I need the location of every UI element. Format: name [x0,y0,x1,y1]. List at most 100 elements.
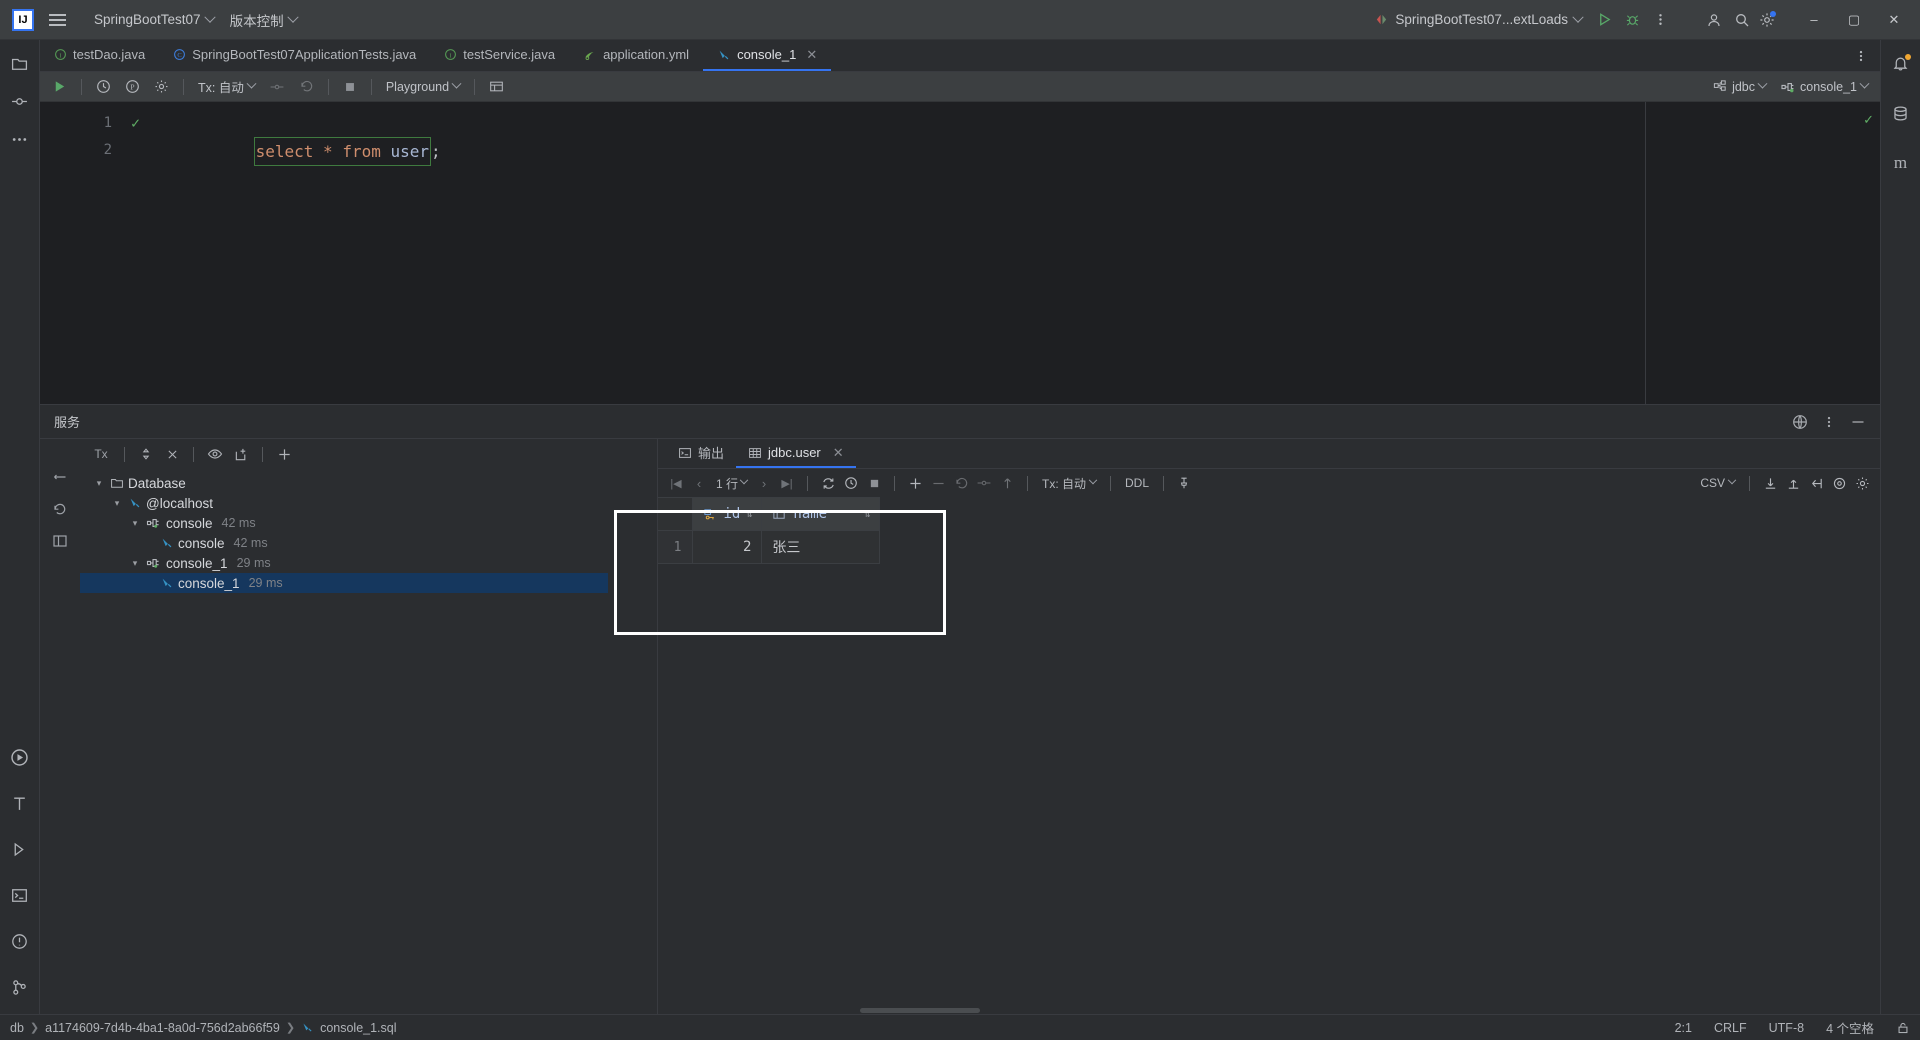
upload-icon[interactable] [997,473,1017,493]
version-control-tool-icon[interactable] [7,974,33,1000]
result-tab-output[interactable]: 输出 [666,439,736,468]
editor-tab-testdao[interactable]: I testDao.java [40,40,159,71]
stop-icon[interactable] [337,78,363,96]
horizontal-scrollbar[interactable] [860,1008,980,1013]
ddl-button[interactable]: DDL [1121,473,1153,493]
account-button[interactable] [1700,6,1728,34]
sql-editor[interactable]: 1 ✓ 2 select * from user; ✓ [40,102,1880,404]
services-minimize-icon[interactable] [1850,414,1866,430]
chevron-down-icon[interactable]: ▾ [110,498,124,509]
history-icon[interactable] [90,77,117,96]
sort-indicator-icon[interactable]: ⇅ [746,509,752,520]
stop-icon[interactable] [864,473,884,493]
maven-tool-icon[interactable]: m [1888,150,1914,176]
chevron-down-icon[interactable]: ▾ [128,558,142,569]
commit-icon[interactable] [974,473,994,493]
last-page-button[interactable]: ▶| [777,473,797,493]
maximize-button[interactable]: ▢ [1834,3,1874,37]
run-button[interactable] [1590,6,1618,34]
editor-tab-application-yml[interactable]: application.yml [569,40,703,71]
page-time-icon[interactable] [841,473,861,493]
settings-icon[interactable] [148,77,175,96]
revert-icon[interactable] [951,473,971,493]
services-options-icon[interactable] [1822,415,1836,429]
project-tool-icon[interactable] [7,50,33,76]
plus-icon[interactable] [273,443,295,465]
table-icon[interactable] [483,77,510,96]
next-page-button[interactable]: › [754,473,774,493]
run-configuration-selector[interactable]: SpringBootTest07...extLoads [1366,8,1590,31]
schema-selector[interactable]: Playground [380,78,466,96]
caret-position[interactable]: 2:1 [1675,1021,1692,1035]
services-filter-icon[interactable] [52,469,68,485]
execute-statement-button[interactable] [46,77,73,96]
database-tool-icon[interactable] [1888,100,1914,126]
close-icon[interactable]: ✕ [833,445,844,461]
chevron-down-icon[interactable]: ▾ [92,478,106,489]
breadcrumb-file[interactable]: console_1.sql [301,1021,397,1035]
result-grid[interactable]: id ⇅ name ⇅ 1 2 张三 [658,497,881,564]
settings-icon[interactable] [1756,6,1784,34]
editor-code-area[interactable]: select * from user; [120,102,1864,404]
rollback-icon[interactable] [293,77,320,96]
transaction-mode-selector[interactable]: Tx: 自动 [192,75,261,98]
debug-button[interactable] [1618,6,1646,34]
tree-row-database[interactable]: ▾ Database [80,473,657,493]
add-row-button[interactable] [905,473,925,493]
project-widget[interactable]: SpringBootTest07 [86,8,222,31]
close-icon[interactable]: ✕ [806,47,817,63]
parameters-icon[interactable]: P [119,77,146,96]
breadcrumb-session-id[interactable]: a1174609-7d4b-4ba1-8a0d-756d2ab66f59 [45,1021,280,1035]
lock-icon[interactable] [1896,1021,1910,1035]
file-encoding[interactable]: UTF-8 [1769,1021,1804,1035]
table-row[interactable]: 1 2 张三 [658,530,881,564]
main-menu-icon[interactable] [44,7,70,33]
column-header-name[interactable]: name ⇅ [761,497,881,531]
services-layout-icon[interactable] [52,533,68,549]
vcs-widget[interactable]: 版本控制 [222,6,305,34]
services-tree[interactable]: ▾ Database ▾ @localhost ▾ console 42 ms … [80,469,657,1014]
tree-row-console-connection[interactable]: ▾ console 42 ms [80,513,657,533]
line-separator[interactable]: CRLF [1714,1021,1747,1035]
delete-row-button[interactable] [928,473,948,493]
tree-row-console-1-connection[interactable]: ▾ console_1 29 ms [80,553,657,573]
download-icon[interactable] [1760,473,1780,493]
row-count-selector[interactable]: 1 行 [712,473,751,493]
session-selector[interactable]: console_1 [1774,77,1874,97]
cell-id[interactable]: 2 [691,530,763,564]
expand-collapse-icon[interactable] [135,443,157,465]
commit-icon[interactable] [263,77,291,97]
close-button[interactable]: ✕ [1874,3,1914,37]
cell-name[interactable]: 张三 [761,530,881,564]
terminal-tool-icon[interactable] [7,882,33,908]
prev-page-button[interactable]: ‹ [689,473,709,493]
pin-icon[interactable] [1174,473,1194,493]
services-rerun-icon[interactable] [52,501,68,517]
eye-icon[interactable] [204,443,226,465]
first-page-button[interactable]: |◀ [666,473,686,493]
services-tool-icon[interactable] [7,836,33,862]
export-icon[interactable] [1783,473,1803,493]
new-tab-icon[interactable] [230,443,252,465]
commit-tool-icon[interactable] [7,88,33,114]
tree-row-localhost[interactable]: ▾ @localhost [80,493,657,513]
editor-tab-testservice[interactable]: I testService.java [430,40,569,71]
open-in-icon[interactable] [1806,473,1826,493]
todo-tool-icon[interactable] [7,790,33,816]
result-grid-wrapper[interactable]: id ⇅ name ⇅ 1 2 张三 [658,497,1880,1014]
problems-tool-icon[interactable] [7,928,33,954]
result-transaction-selector[interactable]: Tx: 自动 [1038,473,1100,493]
close-icon[interactable] [161,443,183,465]
chevron-down-icon[interactable]: ▾ [128,518,142,529]
export-format-selector[interactable]: CSV [1696,473,1739,493]
editor-tabs-more-icon[interactable] [1842,40,1880,71]
run-tool-icon[interactable] [7,744,33,770]
more-actions-button[interactable] [1646,6,1674,34]
services-help-icon[interactable] [1792,414,1808,430]
tx-indicator[interactable]: Tx [88,443,114,465]
editor-tab-console-1[interactable]: console_1 ✕ [703,40,832,71]
minimize-button[interactable]: – [1794,3,1834,37]
breadcrumb-db[interactable]: db [10,1021,24,1035]
view-icon[interactable] [1829,473,1849,493]
tree-row-console-statement[interactable]: console 42 ms [80,533,657,553]
